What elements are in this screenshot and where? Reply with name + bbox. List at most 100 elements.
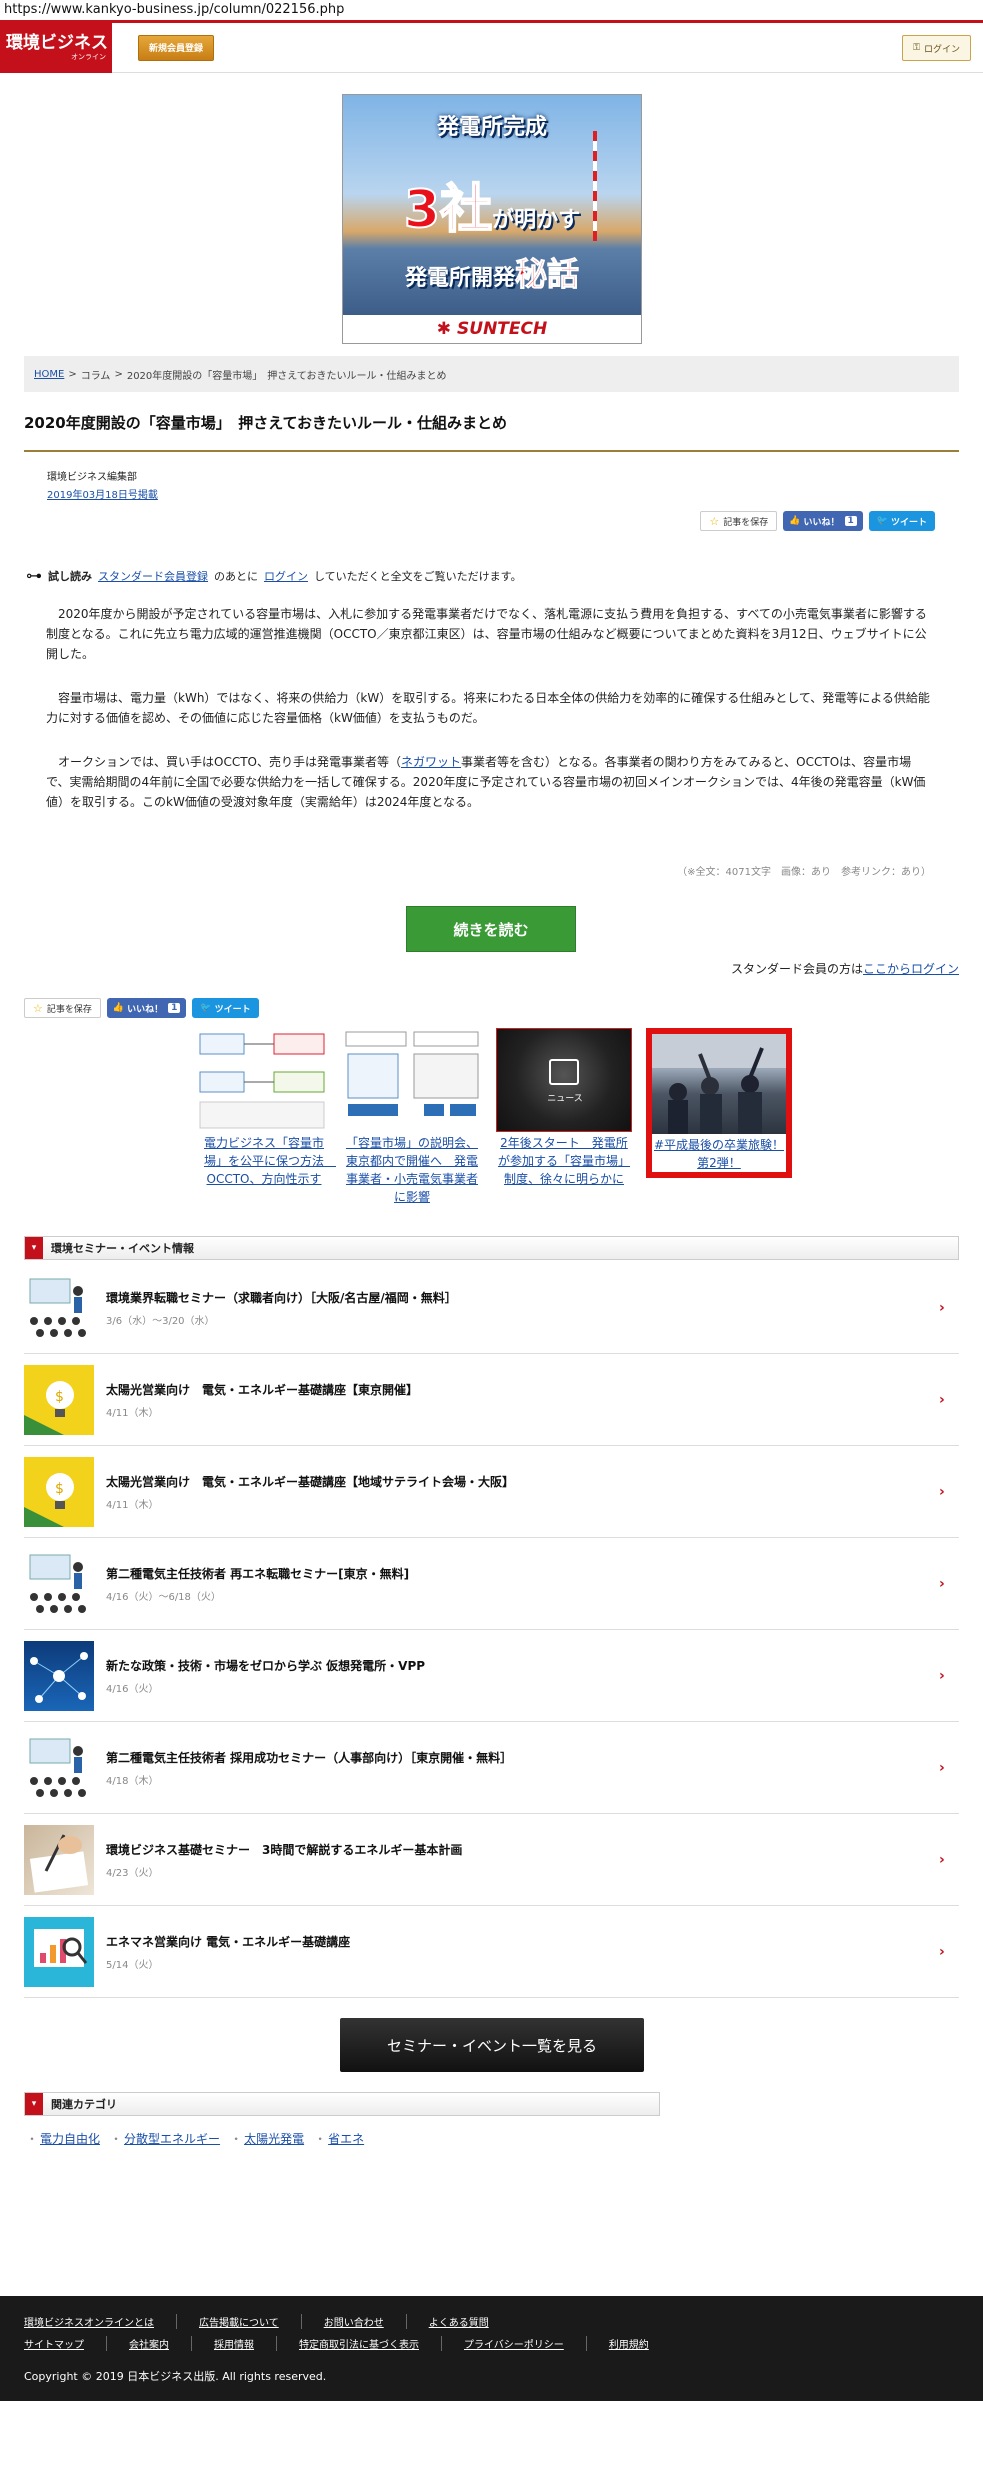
address-bar[interactable]: https://www.kankyo-business.jp/column/02…: [0, 0, 983, 20]
chevron-right-icon: ›: [939, 1667, 945, 1684]
category-link[interactable]: 分散型エネルギー: [124, 2132, 220, 2146]
site-logo[interactable]: 環境ビジネス オンライン: [0, 22, 112, 73]
related-article-highlighted[interactable]: #平成最後の卒業旅験！第2弾！: [646, 1028, 792, 1178]
p3-a: オークションでは、買い手はOCCTO、売り手は発電事業者等（: [58, 755, 401, 769]
footer-link[interactable]: 採用情報: [214, 2336, 277, 2351]
member-login-link[interactable]: ここからログイン: [863, 962, 959, 976]
save-article-button[interactable]: ☆ 記事を保存: [24, 998, 101, 1018]
event-item[interactable]: 新たな政策・技術・市場をゼロから学ぶ 仮想発電所・VPP 4/16（火） ›: [24, 1630, 959, 1722]
event-item[interactable]: $ 太陽光営業向け 電気・エネルギー基礎講座【地域サテライト会場・大阪】 4/11…: [24, 1446, 959, 1538]
article-date[interactable]: 2019年03月18日号掲載: [47, 486, 158, 501]
event-title: 環境業界転職セミナー（求職者向け）［大阪/名古屋/福岡・無料］: [106, 1290, 457, 1305]
related-caption[interactable]: 電力ビジネス「容量市場」を公平に保つ方法 OCCTO、方向性示す: [196, 1134, 336, 1188]
lightbulb-icon: $: [24, 1364, 94, 1435]
category-link[interactable]: 太陽光発電: [244, 2132, 304, 2146]
network-icon: [24, 1640, 94, 1711]
member-login-notice: スタンダード会員の方はここからログイン: [731, 960, 959, 977]
category-link[interactable]: 電力自由化: [40, 2132, 100, 2146]
footer-link[interactable]: よくある質問: [429, 2314, 511, 2329]
related-article[interactable]: 「容量市場」の説明会、東京都内で開催へ 発電事業者・小売電気事業者に影響: [344, 1028, 480, 1206]
footer-link[interactable]: 会社案内: [129, 2336, 192, 2351]
event-item[interactable]: 第二種電気主任技術者 採用成功セミナー（人事部向け）［東京開催・無料］ 4/18（…: [24, 1722, 959, 1814]
trial-mid: のあとに: [214, 569, 258, 583]
login-button[interactable]: ⚿ ログイン: [902, 35, 971, 61]
svg-text:$: $: [55, 1481, 64, 1497]
footer-link[interactable]: 利用規約: [609, 2336, 671, 2351]
trial-login-link[interactable]: ログイン: [264, 568, 308, 584]
register-label: 新規会員登録: [149, 44, 204, 54]
event-date: 4/16（火）～6/18（火）: [106, 1591, 221, 1603]
banner-line1: 発電所完成: [436, 115, 547, 140]
related-caption[interactable]: 「容量市場」の説明会、東京都内で開催へ 発電事業者・小売電気事業者に影響: [344, 1134, 480, 1206]
twitter-bird-icon: 🐦: [876, 516, 888, 526]
lightbulb-icon: $: [24, 1456, 94, 1527]
footer-link[interactable]: サイトマップ: [24, 2336, 107, 2351]
writing-hand-icon: [24, 1824, 94, 1895]
ad-banner[interactable]: 発電所完成 3社が明かす 発電所開発秘話 ✱ SUNTECH: [342, 94, 642, 344]
related-article[interactable]: ニュース 2年後スタート 発電所が参加する「容量市場」制度、徐々に明らかに: [496, 1028, 632, 1188]
category-item: ・省エネ: [314, 2132, 365, 2146]
chevron-right-icon: ›: [939, 1943, 945, 1960]
related-caption[interactable]: #平成最後の卒業旅験！第2弾！: [652, 1136, 786, 1172]
breadcrumb-home[interactable]: HOME: [34, 369, 64, 380]
event-item[interactable]: 環境ビジネス基礎セミナー 3時間で解説するエネルギー基本計画 4/23（火） ›: [24, 1814, 959, 1906]
related-caption[interactable]: 2年後スタート 発電所が参加する「容量市場」制度、徐々に明らかに: [496, 1134, 632, 1188]
trial-label: 試し読み: [48, 569, 92, 583]
related-article[interactable]: 電力ビジネス「容量市場」を公平に保つ方法 OCCTO、方向性示す: [196, 1028, 336, 1188]
chevron-right-icon: ›: [939, 1391, 945, 1408]
footer-link[interactable]: 特定商取引法に基づく表示: [299, 2336, 442, 2351]
footer-link[interactable]: お問い合わせ: [324, 2314, 407, 2329]
tweet-label: ツイート: [214, 1004, 251, 1015]
event-date: 4/11（木）: [106, 1499, 159, 1511]
footer-link[interactable]: 広告掲載について: [199, 2314, 302, 2329]
event-item[interactable]: 環境業界転職セミナー（求職者向け）［大阪/名古屋/福岡・無料］ 3/6（水）～3/…: [24, 1262, 959, 1354]
banner-brand-text: SUNTECH: [457, 319, 548, 339]
event-item[interactable]: 第二種電気主任技術者 再エネ転職セミナー[東京・無料] 4/16（火）～6/18（…: [24, 1538, 959, 1630]
category-link[interactable]: 省エネ: [328, 2132, 364, 2146]
event-title: エネマネ営業向け 電気・エネルギー基礎講座: [106, 1934, 351, 1949]
breadcrumb-sep: >: [114, 368, 123, 380]
event-item[interactable]: $ 太陽光営業向け 電気・エネルギー基礎講座【東京開催】 4/11（木） ›: [24, 1354, 959, 1446]
trial-end: していただくと全文をご覧いただけます。: [314, 569, 522, 583]
svg-text:$: $: [55, 1389, 64, 1405]
banner-brand: ✱ SUNTECH: [343, 315, 641, 343]
article-paragraph-3: オークションでは、買い手はOCCTO、売り手は発電事業者等（ネガワット事業者等を…: [46, 752, 934, 812]
save-label: 記事を保存: [46, 1004, 92, 1015]
events-section-header: ▾ 環境セミナー・イベント情報: [24, 1236, 959, 1260]
banner-big: 3社: [403, 179, 493, 241]
negawatt-link[interactable]: ネガワット: [401, 755, 461, 769]
banner-line3-text: 発電所開発: [404, 266, 515, 291]
tweet-button[interactable]: 🐦 ツイート: [192, 998, 259, 1018]
key-icon: ⊶: [26, 566, 42, 585]
breadcrumb-column[interactable]: コラム: [81, 367, 111, 382]
thumbnail-badge: ニュース: [547, 1094, 583, 1104]
read-more-button[interactable]: 続きを読む: [406, 906, 576, 952]
register-button[interactable]: 新規会員登録: [138, 34, 215, 61]
key-icon: ⚿: [913, 43, 920, 53]
footer-link[interactable]: 環境ビジネスオンラインとは: [24, 2314, 177, 2329]
save-article-button[interactable]: ☆ 記事を保存: [700, 511, 778, 531]
seminar-audience-icon: [24, 1548, 94, 1619]
facebook-like-button[interactable]: 👍 いいね！ 1: [783, 511, 863, 531]
event-title: 第二種電気主任技術者 採用成功セミナー（人事部向け）［東京開催・無料］: [106, 1750, 513, 1765]
footer-link[interactable]: プライバシーポリシー: [464, 2336, 587, 2351]
facebook-like-button[interactable]: 👍 いいね！ 1: [106, 998, 187, 1018]
seminar-audience-icon: [24, 1272, 94, 1343]
trial-read-notice: ⊶ 試し読み スタンダード会員登録 のあとに ログイン していただくと全文をご覧…: [26, 566, 522, 585]
site-header: 環境ビジネス オンライン 新規会員登録 ⚿ ログイン: [0, 22, 983, 73]
title-divider: [24, 450, 959, 452]
twitter-bird-icon: 🐦: [200, 1003, 212, 1013]
standard-register-link[interactable]: スタンダード会員登録: [98, 568, 208, 584]
banner-line3-red: 秘話: [514, 255, 580, 294]
article-title: 2020年度開設の「容量市場」 押さえておきたいルール・仕組みまとめ: [24, 414, 508, 432]
event-item[interactable]: エネマネ営業向け 電気・エネルギー基礎講座 5/14（火） ›: [24, 1906, 959, 1998]
event-date: 4/11（木）: [106, 1407, 159, 1419]
like-count: 1: [844, 516, 857, 526]
banner-line2-text: が明かす: [492, 208, 581, 233]
see-all-events-button[interactable]: セミナー・イベント一覧を見る: [340, 2018, 644, 2072]
related-thumbnail: [196, 1028, 332, 1132]
chevron-right-icon: ›: [939, 1575, 945, 1592]
tweet-button[interactable]: 🐦 ツイート: [868, 511, 935, 531]
sun-icon: ✱: [436, 319, 452, 339]
footer-links-row2: サイトマップ 会社案内 採用情報 特定商取引法に基づく表示 プライバシーポリシー…: [24, 2336, 693, 2351]
